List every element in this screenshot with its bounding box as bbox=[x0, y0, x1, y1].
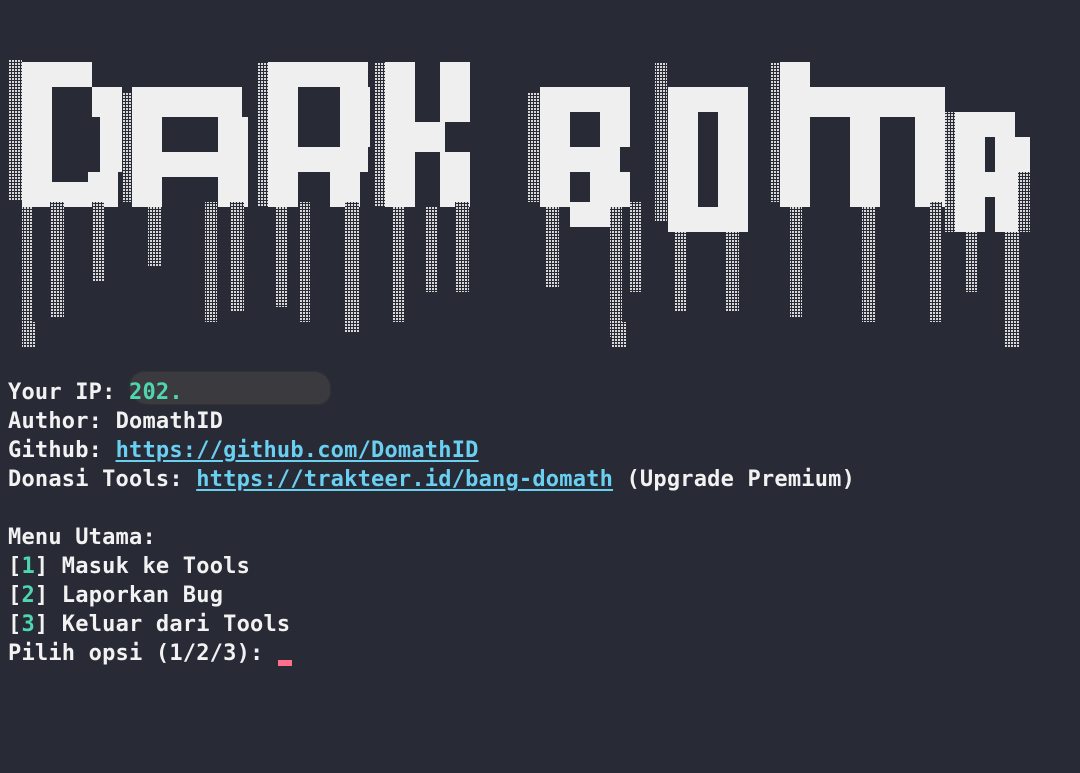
banner-block bbox=[218, 117, 248, 207]
text-cursor bbox=[277, 660, 292, 666]
banner-drip bbox=[655, 62, 667, 222]
banner-drip bbox=[205, 202, 217, 322]
banner-drip bbox=[528, 92, 540, 202]
menu-option-label: Masuk ke Tools bbox=[48, 554, 251, 579]
donate-link[interactable]: https://trakteer.id/bang-domath bbox=[196, 467, 613, 492]
github-line: Github: https://github.com/DomathID bbox=[8, 436, 855, 465]
menu-option-label: Laporkan Bug bbox=[48, 583, 224, 608]
banner-drip bbox=[770, 62, 780, 202]
banner-drip bbox=[1018, 172, 1030, 232]
donate-note: (Upgrade Premium) bbox=[613, 467, 856, 492]
banner-drip bbox=[92, 202, 104, 282]
ip-value: 202. bbox=[129, 380, 183, 405]
banner-block bbox=[298, 147, 368, 172]
banner-drip bbox=[258, 62, 268, 207]
banner-drip bbox=[122, 92, 132, 202]
banner-block bbox=[718, 112, 748, 232]
banner-drip bbox=[862, 207, 876, 322]
banner-block bbox=[915, 87, 945, 207]
banner-drip bbox=[275, 207, 287, 307]
banner-block bbox=[330, 172, 360, 207]
banner-block bbox=[22, 87, 52, 207]
banner-block bbox=[540, 112, 570, 207]
banner-block bbox=[132, 117, 162, 207]
banner-drip bbox=[945, 112, 955, 232]
menu-option-label: Keluar dari Tools bbox=[48, 612, 291, 637]
banner-block bbox=[268, 87, 298, 207]
menu-option-1[interactable]: [1] Masuk ke Tools bbox=[8, 552, 855, 581]
menu-option-number: 3 bbox=[21, 612, 35, 637]
github-link[interactable]: https://github.com/DomathID bbox=[116, 438, 479, 463]
banner-drip bbox=[148, 207, 162, 267]
banner-drip bbox=[300, 202, 310, 322]
banner-block bbox=[975, 172, 1020, 197]
banner-block bbox=[540, 87, 630, 112]
terminal-window[interactable]: Your IP: 202. Author: DomathID Github: h… bbox=[0, 0, 1080, 773]
banner-block bbox=[600, 112, 630, 147]
banner-block bbox=[995, 137, 1030, 172]
banner-block bbox=[268, 62, 368, 87]
banner-block bbox=[698, 207, 718, 232]
menu-option-3[interactable]: [3] Keluar dari Tools bbox=[8, 610, 855, 639]
banner-block bbox=[22, 62, 92, 87]
banner-block bbox=[668, 112, 698, 232]
banner-block bbox=[385, 62, 415, 207]
banner-drip bbox=[345, 202, 359, 332]
banner-block bbox=[850, 87, 880, 207]
banner-block bbox=[590, 172, 630, 207]
banner-drip bbox=[725, 232, 739, 312]
banner-drip bbox=[8, 60, 22, 200]
banner-solid-blocks bbox=[22, 62, 1030, 232]
banner-block bbox=[668, 87, 748, 112]
banner-block bbox=[880, 87, 920, 117]
banner-drip bbox=[1005, 232, 1019, 347]
author-label: Author: bbox=[8, 409, 116, 434]
input-prompt: Pilih opsi (1/2/3): bbox=[8, 641, 277, 666]
banner-block bbox=[340, 87, 370, 147]
input-prompt-line[interactable]: Pilih opsi (1/2/3): bbox=[8, 639, 855, 668]
banner-drip bbox=[50, 202, 64, 317]
banner-drip bbox=[455, 202, 469, 292]
author-value: DomathID bbox=[115, 409, 224, 434]
ip-line: Your IP: 202. bbox=[8, 378, 855, 407]
banner-block bbox=[440, 62, 470, 122]
banner-block bbox=[810, 87, 850, 117]
banner-drip bbox=[22, 322, 36, 347]
banner-drip bbox=[930, 202, 942, 322]
banner-drip bbox=[610, 207, 622, 337]
banner-drip bbox=[630, 202, 642, 292]
banner-block bbox=[570, 147, 620, 172]
author-line: Author: DomathID bbox=[8, 407, 855, 436]
ascii-banner-dark-bomb bbox=[8, 60, 1030, 347]
banner-block bbox=[780, 62, 810, 207]
banner-drip bbox=[392, 207, 404, 322]
menu-option-number: 1 bbox=[21, 554, 35, 579]
banner-drip bbox=[425, 207, 437, 292]
banner-drip bbox=[375, 62, 385, 207]
menu-option-number: 2 bbox=[21, 583, 35, 608]
ip-label: Your IP: bbox=[8, 380, 130, 405]
menu-title: Menu Utama: bbox=[8, 525, 156, 550]
banner-drip bbox=[675, 232, 687, 312]
banner-block bbox=[162, 152, 218, 177]
banner-block bbox=[415, 122, 445, 152]
banner-drip bbox=[612, 322, 626, 347]
menu-option-2[interactable]: [2] Laporkan Bug bbox=[8, 581, 855, 610]
banner-block bbox=[440, 152, 470, 207]
banner-block bbox=[132, 87, 242, 117]
banner-drip bbox=[230, 202, 244, 312]
banner-drip bbox=[965, 232, 977, 292]
banner-drip bbox=[790, 207, 802, 317]
banner-drip bbox=[545, 207, 559, 287]
donate-label: Donasi Tools: bbox=[8, 467, 197, 492]
banner-block bbox=[570, 202, 610, 227]
donate-line: Donasi Tools: https://trakteer.id/bang-d… bbox=[8, 465, 855, 494]
banner-block bbox=[92, 87, 122, 117]
banner-block bbox=[955, 112, 1015, 137]
banner-block bbox=[88, 172, 118, 207]
github-label: Github: bbox=[8, 438, 116, 463]
